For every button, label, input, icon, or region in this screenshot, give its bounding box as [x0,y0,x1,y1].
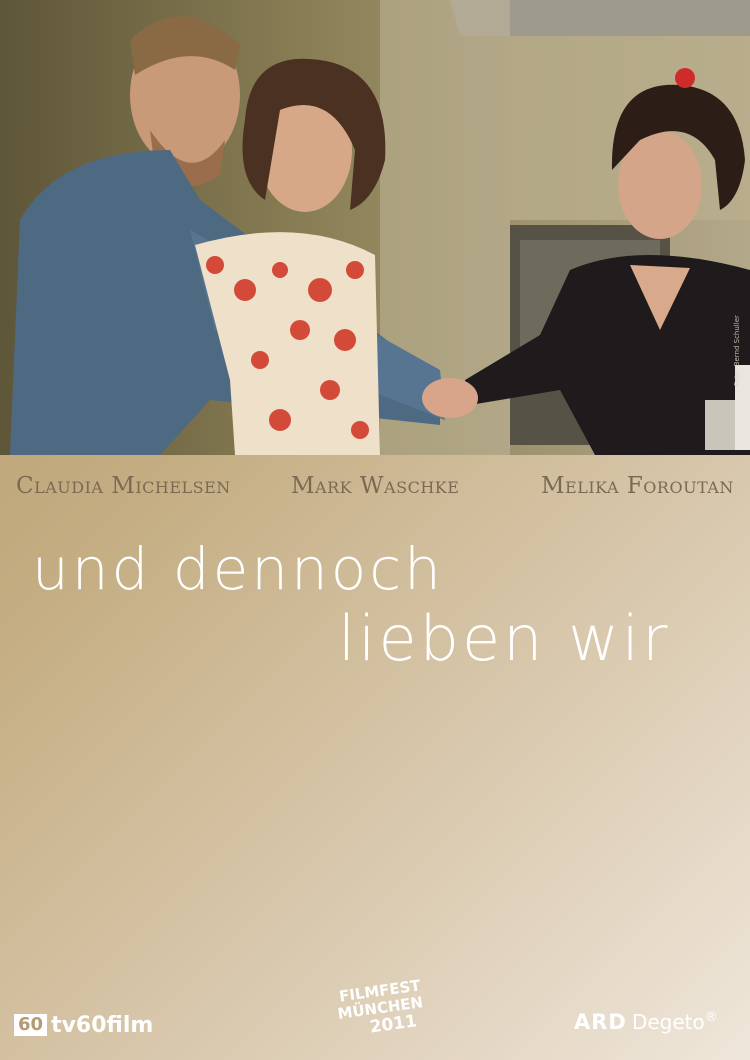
degeto-text: Degeto [631,1010,705,1034]
title-line-1: und dennoch [32,535,444,603]
tv60-badge: 60 [14,1014,48,1036]
ard-text: ARD [574,1010,627,1034]
photo-illustration [0,0,750,455]
registered-mark: ® [704,1010,718,1025]
cast-name-2: Mark Waschke [291,473,460,499]
title-line-2: lieben wir [338,602,671,675]
filmfest-muenchen-logo: FILMFEST MÜNCHEN 2011 [332,976,430,1050]
film-still-photo [0,0,750,455]
cast-name-1: Claudia Michelsen [16,473,231,499]
photo-credit: Foto: Bernd Schuller [733,315,741,386]
tv60-name: tv60film [51,1012,154,1038]
tv60film-logo: 60 tv60film [14,1012,153,1038]
ard-degeto-logo: ARD Degeto® [574,1010,718,1034]
cast-name-3: Melika Foroutan [541,473,734,499]
